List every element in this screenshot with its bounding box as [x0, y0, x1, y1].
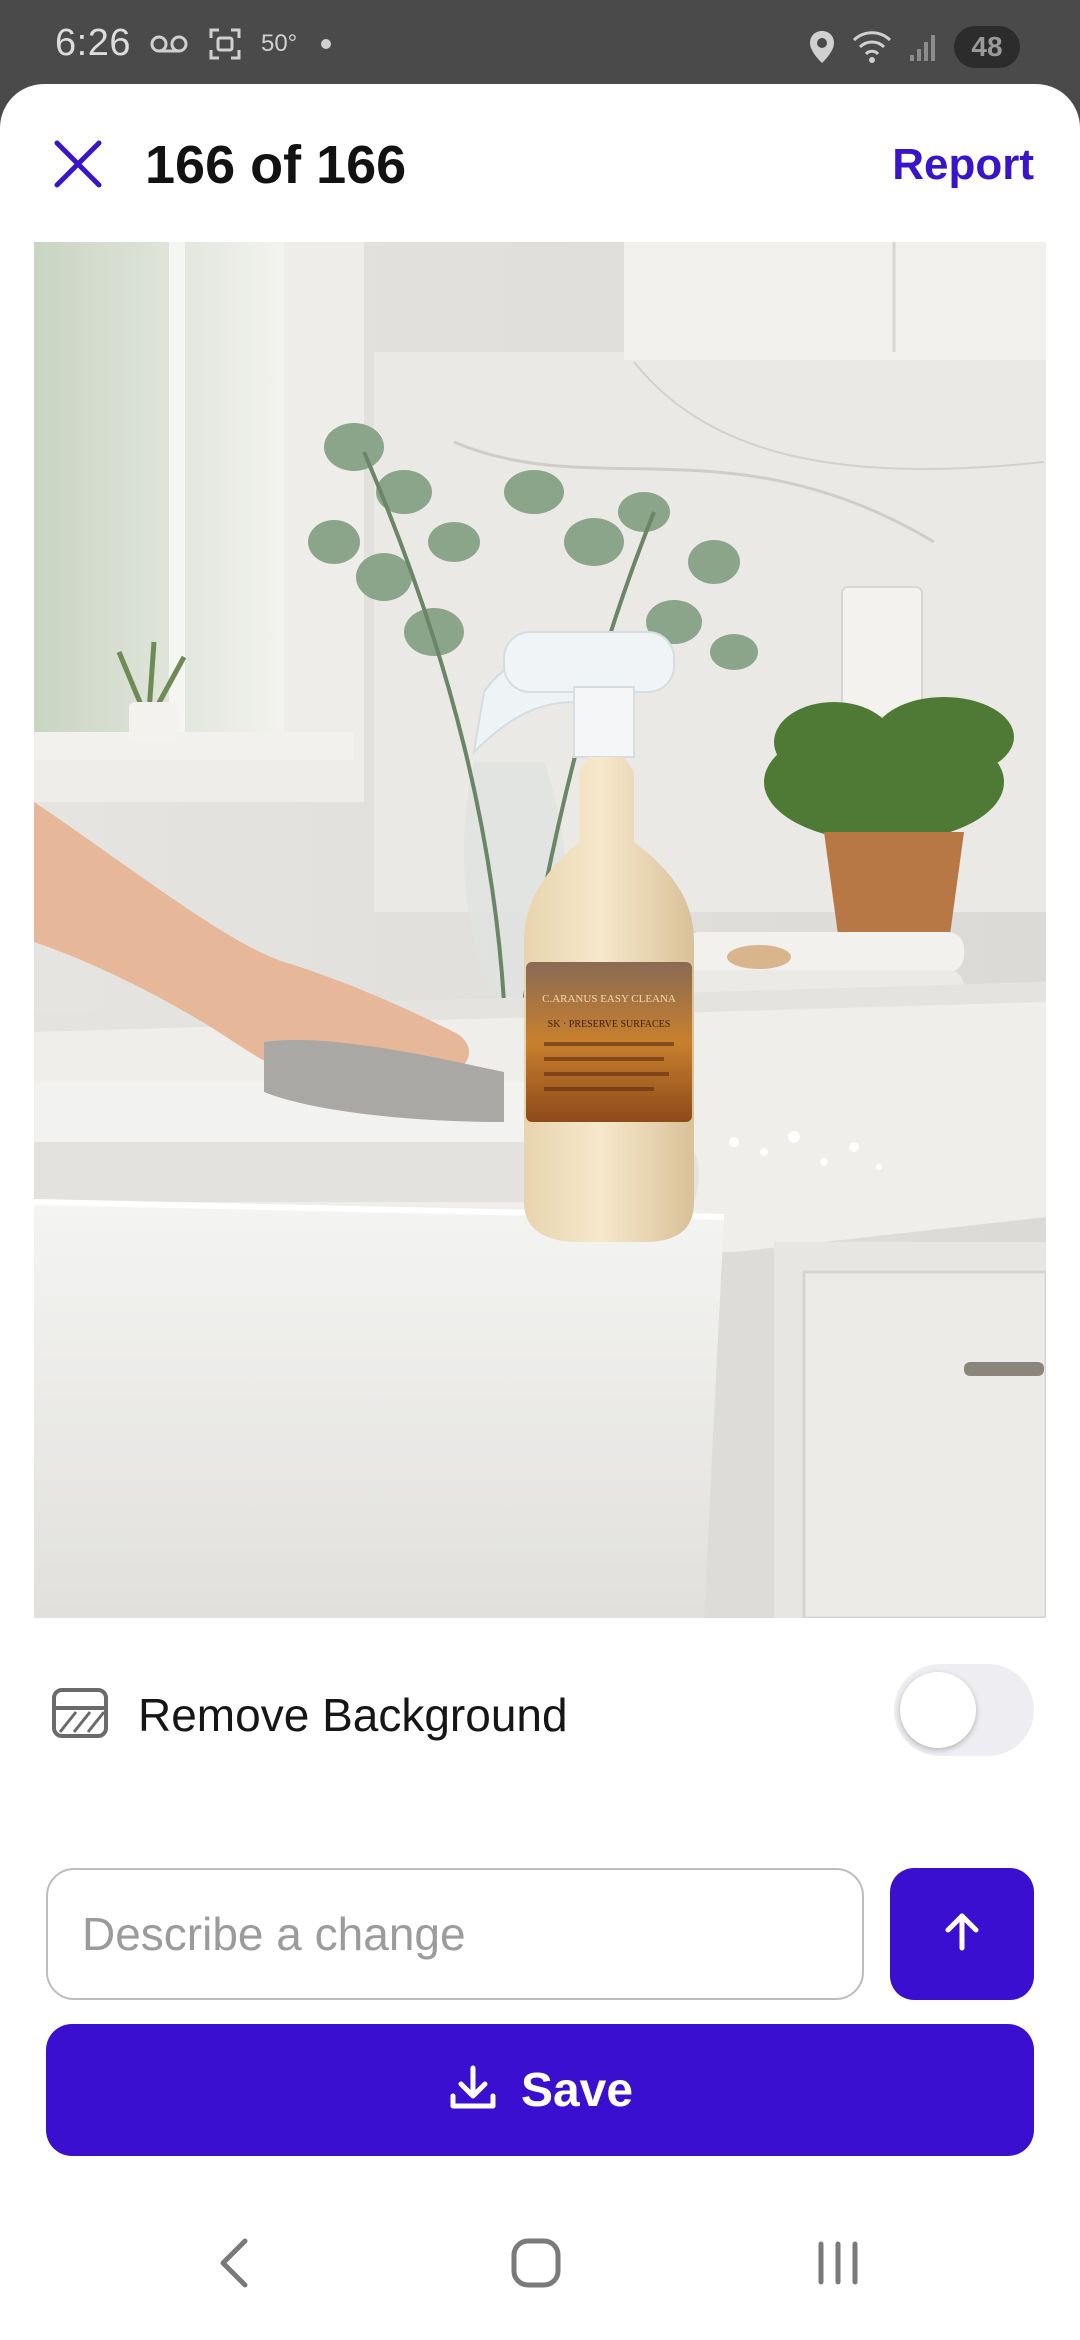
voicemail-icon — [149, 32, 189, 56]
recent-apps-button[interactable] — [793, 2230, 883, 2300]
home-icon — [510, 2237, 562, 2294]
image-counter: 166 of 166 — [145, 135, 407, 195]
save-button[interactable]: Save — [46, 2024, 1034, 2156]
signal-icon — [908, 31, 938, 63]
remove-background-row: Remove Background — [46, 1664, 1034, 1764]
toggle-knob — [900, 1672, 976, 1748]
notification-dot — [321, 38, 332, 49]
home-button[interactable] — [491, 2230, 581, 2300]
close-button[interactable] — [48, 136, 108, 196]
generated-image: C.ARANUS EASY CLEANA SK · PRESERVE SURFA… — [34, 242, 1046, 1618]
status-time: 6:26 — [55, 22, 131, 64]
remove-background-icon — [50, 1684, 110, 1744]
download-icon — [447, 2062, 499, 2119]
send-change-button[interactable] — [890, 1868, 1034, 2000]
save-label: Save — [520, 2063, 634, 2117]
remove-background-label: Remove Background — [138, 1689, 568, 1741]
back-button[interactable] — [190, 2230, 280, 2300]
svg-text:SK · PRESERVE SURFACES: SK · PRESERVE SURFACES — [548, 1019, 671, 1030]
system-navigation-bar — [0, 2190, 1080, 2340]
battery-indicator: 48 — [954, 26, 1020, 68]
report-button[interactable]: Report — [892, 140, 1034, 190]
remove-background-toggle[interactable] — [894, 1664, 1034, 1756]
describe-change-input[interactable] — [48, 1870, 862, 1998]
back-icon — [215, 2235, 255, 2296]
describe-change-field[interactable] — [46, 1868, 864, 2000]
svg-text:C.ARANUS EASY CLEANA: C.ARANUS EASY CLEANA — [542, 993, 676, 1005]
close-icon — [51, 137, 105, 196]
wifi-icon — [852, 30, 892, 64]
viewer-header: 166 of 166 Report — [0, 84, 1080, 244]
status-temperature: 50° — [260, 29, 298, 57]
screenshot-icon — [207, 26, 243, 62]
arrow-up-icon — [938, 1908, 986, 1961]
image-viewer-sheet: 166 of 166 Report C.ARANUS EASY CLEANA S… — [0, 84, 1080, 2340]
recent-apps-icon — [815, 2240, 861, 2291]
location-icon — [808, 29, 836, 65]
